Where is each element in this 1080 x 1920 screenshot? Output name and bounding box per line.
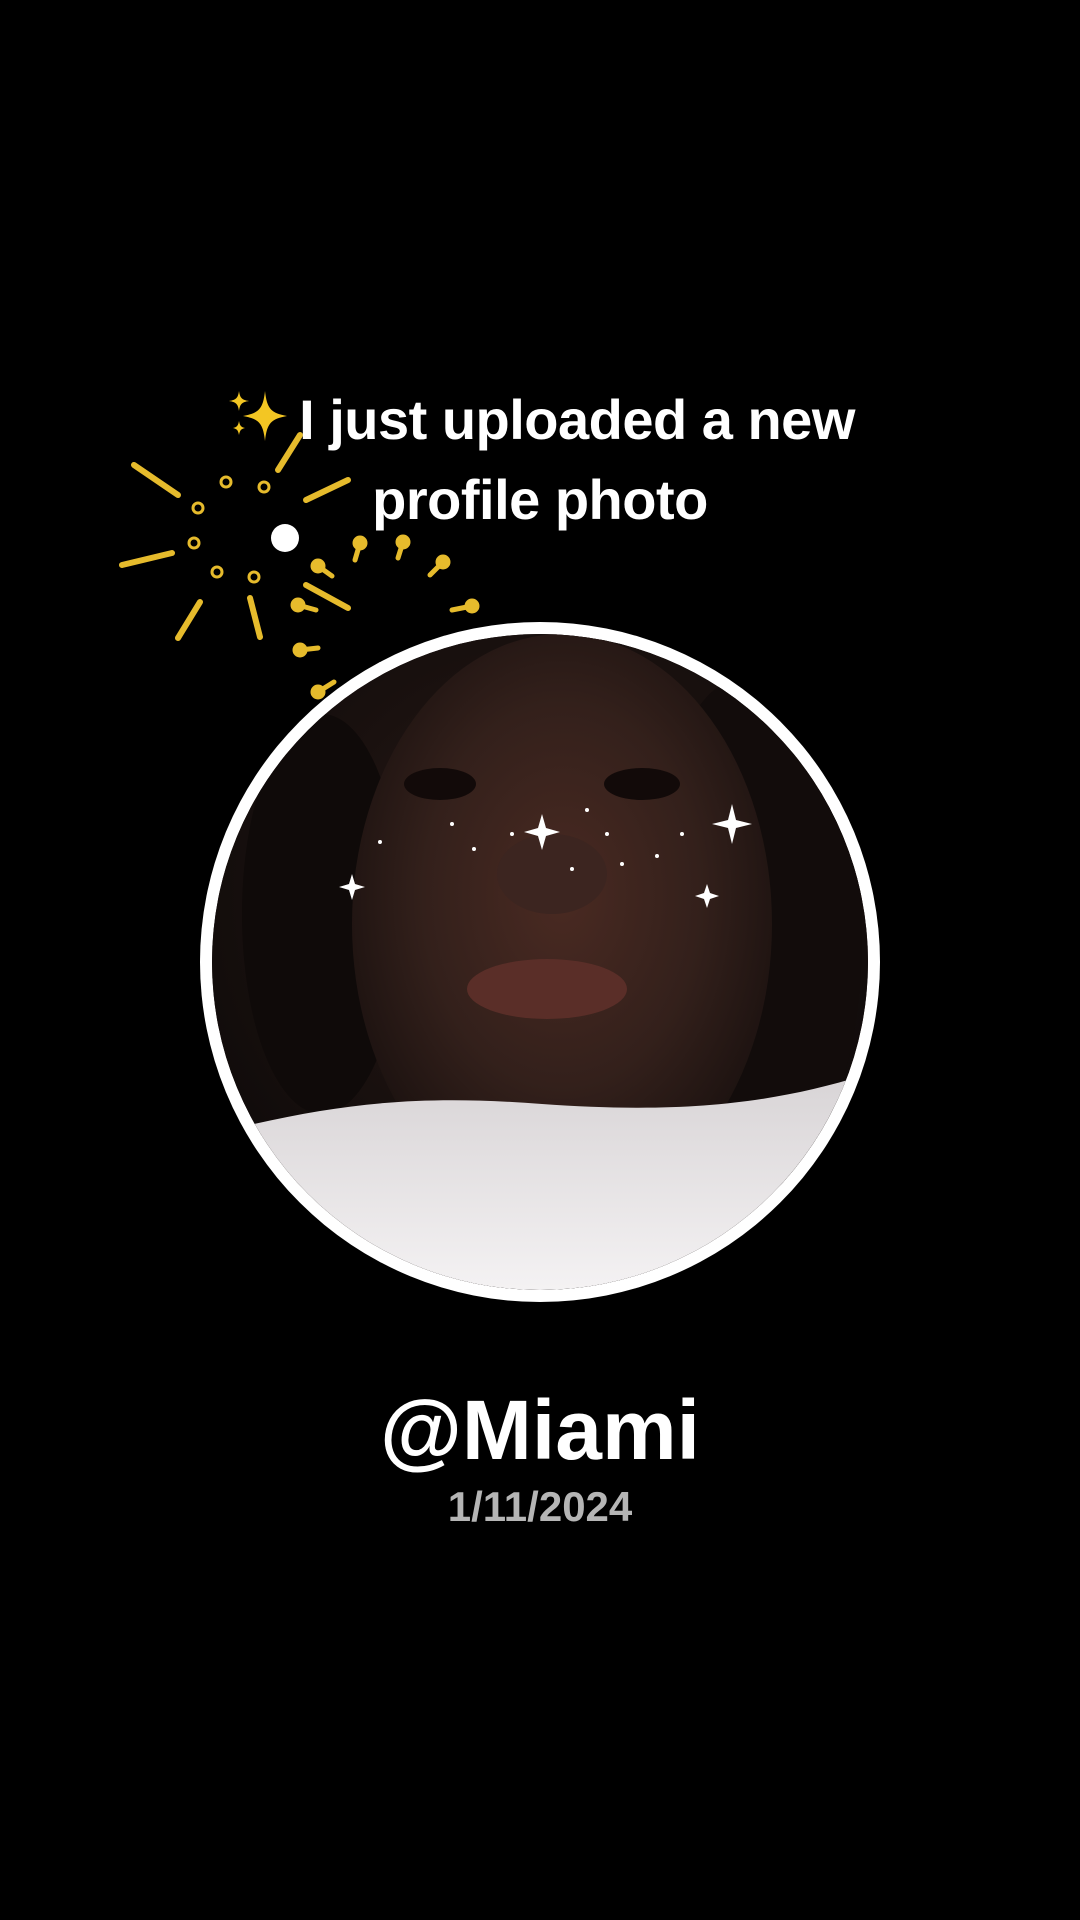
username: @Miami xyxy=(380,1383,700,1477)
headline-text-line-2: profile photo xyxy=(372,468,708,531)
profile-photo-announcement-screen: I just uploaded a new profile photo @Mia… xyxy=(0,0,1080,1920)
sparkles-icon xyxy=(225,386,289,444)
headline-line-1: I just uploaded a new xyxy=(150,380,930,460)
post-date: 1/11/2024 xyxy=(447,1483,633,1530)
profile-photo xyxy=(212,634,868,1290)
headline-text-line-1: I just uploaded a new xyxy=(299,388,855,451)
headline: I just uploaded a new profile photo xyxy=(150,380,930,540)
